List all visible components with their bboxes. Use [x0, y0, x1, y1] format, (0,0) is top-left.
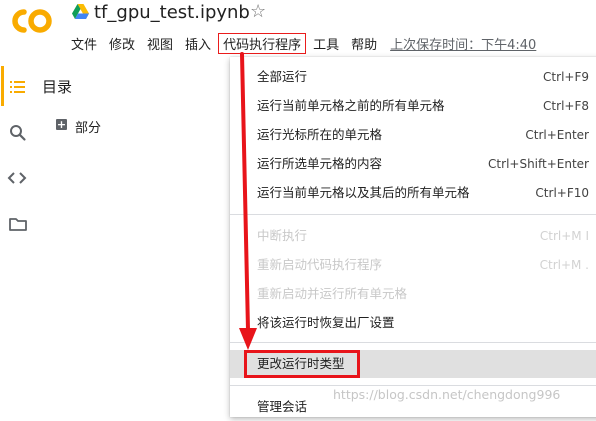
menu-item-shortcut: Ctrl+F10 — [535, 186, 589, 200]
menu-interrupt: 中断执行 Ctrl+M I — [230, 222, 596, 250]
menu-separator — [230, 214, 596, 215]
menu-help[interactable]: 帮助 — [346, 33, 382, 54]
drive-icon[interactable] — [72, 4, 89, 19]
expand-section-icon[interactable]: + — [56, 119, 67, 130]
menu-run-all[interactable]: 全部运行 Ctrl+F9 — [230, 63, 596, 91]
menu-item-label: 重新启动代码执行程序 — [257, 257, 383, 272]
menu-file[interactable]: 文件 — [66, 33, 102, 54]
menu-item-shortcut: Ctrl+F9 — [543, 70, 589, 84]
menu-run-focused[interactable]: 运行光标所在的单元格 Ctrl+Enter — [230, 121, 596, 149]
menu-item-label: 将该运行时恢复出厂设置 — [257, 315, 395, 330]
search-icon[interactable] — [8, 123, 28, 143]
menu-tools[interactable]: 工具 — [308, 33, 344, 54]
menu-item-shortcut: Ctrl+M . — [539, 258, 589, 272]
menu-item-label: 管理会话 — [257, 399, 308, 414]
code-icon[interactable] — [7, 168, 27, 188]
menu-run-selection[interactable]: 运行所选单元格的内容 Ctrl+Shift+Enter — [230, 150, 596, 178]
menu-item-label: 运行光标所在的单元格 — [257, 127, 383, 142]
menu-runtime[interactable]: 代码执行程序 — [218, 32, 307, 54]
menubar: 文件 修改 视图 插入 代码执行程序 工具 帮助 上次保存时间：下午4:40 — [66, 32, 536, 54]
menu-item-label: 运行当前单元格以及其后的所有单元格 — [257, 185, 470, 200]
toc-title: 目录 — [42, 78, 73, 96]
menu-run-after[interactable]: 运行当前单元格以及其后的所有单元格 Ctrl+F10 — [230, 179, 596, 207]
menu-item-label: 全部运行 — [257, 69, 308, 84]
menu-item-label: 运行当前单元格之前的所有单元格 — [257, 98, 445, 113]
menu-item-shortcut: Ctrl+Shift+Enter — [488, 157, 589, 171]
menu-restart: 重新启动代码执行程序 Ctrl+M . — [230, 251, 596, 279]
menu-edit[interactable]: 修改 — [104, 33, 140, 54]
menu-insert[interactable]: 插入 — [180, 33, 216, 54]
menu-restart-run-all: 重新启动并运行所有单元格 — [230, 280, 596, 308]
notebook-title[interactable]: tf_gpu_test.ipynb — [94, 2, 250, 23]
menu-run-before[interactable]: 运行当前单元格之前的所有单元格 Ctrl+F8 — [230, 92, 596, 120]
colab-logo-icon[interactable] — [10, 6, 54, 36]
rail-active-indicator — [1, 66, 4, 106]
menu-separator — [230, 385, 596, 386]
menu-separator — [230, 342, 596, 343]
last-saved-link[interactable]: 上次保存时间：下午4:40 — [390, 34, 536, 53]
star-icon[interactable]: ☆ — [250, 1, 266, 22]
toc-icon[interactable] — [8, 77, 28, 97]
annotation-highlight-box — [244, 350, 360, 378]
menu-item-shortcut: Ctrl+M I — [539, 229, 589, 243]
menu-factory-reset[interactable]: 将该运行时恢复出厂设置 — [230, 309, 596, 337]
menu-item-label: 重新启动并运行所有单元格 — [257, 286, 408, 301]
watermark-text: https://blog.csdn.net/chengdong996 — [333, 387, 561, 402]
menu-item-shortcut: Ctrl+Enter — [525, 128, 589, 142]
menu-item-shortcut: Ctrl+F8 — [543, 99, 589, 113]
toc-section-item[interactable]: 部分 — [75, 117, 101, 136]
menu-item-label: 运行所选单元格的内容 — [257, 156, 383, 171]
folder-icon[interactable] — [8, 214, 28, 234]
menu-view[interactable]: 视图 — [142, 33, 178, 54]
menu-item-label: 中断执行 — [257, 228, 308, 243]
